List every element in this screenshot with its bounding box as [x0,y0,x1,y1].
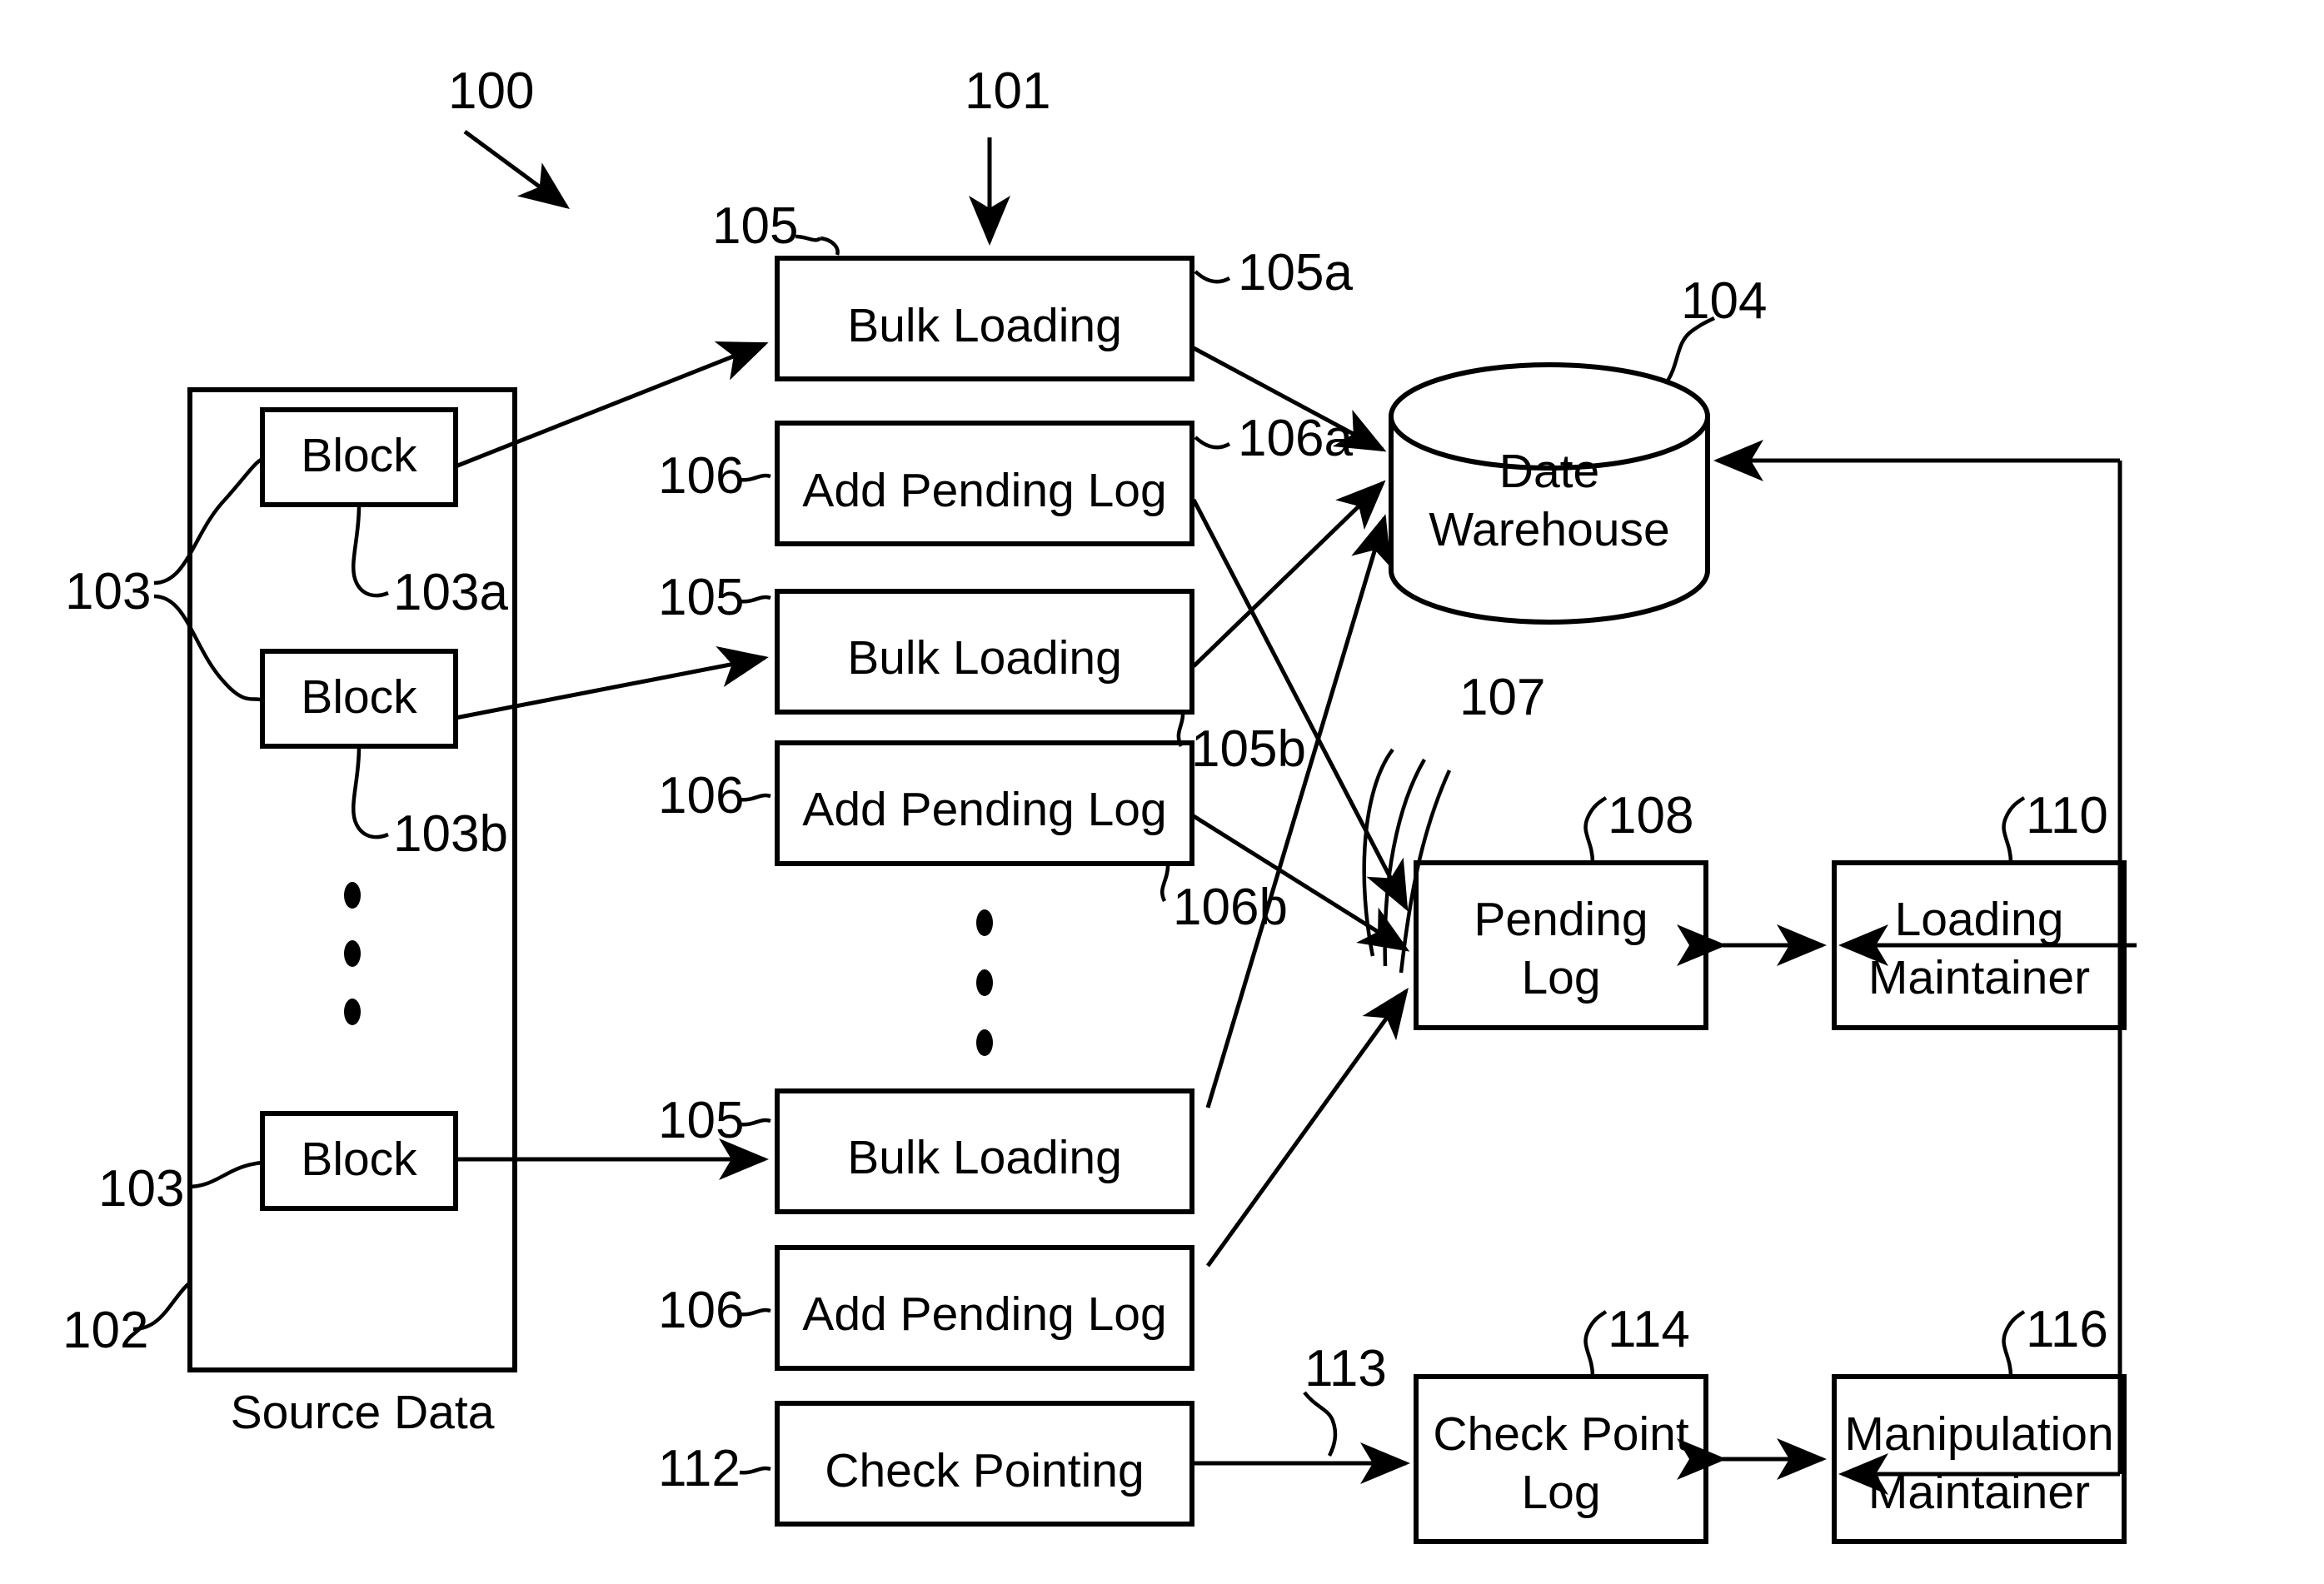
leader-105-2 [739,595,771,604]
source-ellipsis-dot-1 [344,882,361,909]
pending-log-label-line1: Pending [1474,893,1648,946]
ref-106b: 106b [1173,879,1288,936]
ref-101: 101 [965,62,1050,120]
leader-106a [1194,436,1231,450]
check-pointing-label: Check Pointing [825,1444,1144,1497]
block-label-3: Block [301,1133,417,1186]
source-data-caption: Source Data [231,1386,495,1439]
block-label-1: Block [301,429,417,482]
add-pending-log-label-3: Add Pending Log [802,1288,1166,1341]
ref-100: 100 [448,62,534,120]
add-pending-log-label-1: Add Pending Log [802,464,1166,517]
ref-116: 116 [2026,1301,2108,1358]
ref-104: 104 [1681,272,1767,330]
ref-106-3: 106 [658,1282,744,1339]
ref-105-2: 105 [658,569,744,626]
ref-105-1: 105 [712,197,798,255]
leader-106-3 [739,1308,771,1317]
data-warehouse-label-line1: Date [1499,445,1599,498]
ref-113: 113 [1304,1340,1387,1397]
arrow-addpending3-to-pendinglog [1205,987,1409,1268]
check-point-log-label-line1: Check Point [1433,1407,1688,1461]
ref-103-third: 103 [98,1160,184,1218]
leader-105-1-tail [795,234,822,242]
loading-maintainer-label-line1: Loading [1895,893,2064,946]
ref-102: 102 [62,1302,148,1359]
ref-107: 107 [1459,669,1545,726]
check-point-log-label-line2: Log [1521,1466,1600,1519]
arrow-ref-100 [463,129,571,209]
pending-log-label-line2: Log [1521,951,1600,1004]
process-ellipsis-dot-1 [976,909,993,936]
leader-114 [1583,1310,1608,1377]
ref-108: 108 [1608,787,1693,844]
block-label-2: Block [301,670,417,724]
leader-106b [1160,865,1170,903]
leader-105-1-curve [820,236,840,256]
arrow-bulk2-to-warehouse [1192,480,1386,668]
bulk-loading-label-2: Bulk Loading [847,631,1122,685]
data-warehouse-label-line2: Warehouse [1429,503,1669,556]
ref-110: 110 [2026,787,2108,844]
leader-108 [1583,796,1608,864]
leader-113 [1303,1391,1338,1457]
loading-maintainer-label-line2: Maintainer [1868,951,2090,1004]
ref-112: 112 [658,1440,741,1497]
ref-106-1: 106 [658,447,744,505]
leader-110 [2002,796,2026,864]
ref-106a: 106a [1238,410,1353,467]
manipulation-maintainer-label-line1: Manipulation [1844,1407,2113,1461]
leader-116 [2002,1310,2026,1377]
ref-106-2: 106 [658,767,744,824]
ref-114: 114 [1608,1301,1690,1358]
ref-103a: 103a [393,564,508,621]
source-ellipsis-dot-3 [344,999,361,1025]
ref-105b: 105b [1191,720,1306,778]
bulk-loading-label-1: Bulk Loading [847,299,1122,352]
leader-106-1 [739,473,771,482]
ref-105-3: 105 [658,1092,744,1149]
leader-105-3 [739,1118,771,1127]
process-ellipsis-dot-3 [976,1029,993,1056]
source-data-container [187,387,517,1372]
bulk-loading-label-3: Bulk Loading [847,1131,1122,1184]
ref-103: 103 [65,563,151,620]
source-ellipsis-dot-2 [344,940,361,967]
leader-112 [739,1466,771,1475]
leader-106-2 [739,793,771,802]
process-ellipsis-dot-2 [976,969,993,996]
add-pending-log-label-2: Add Pending Log [802,783,1166,836]
leader-105a [1194,270,1231,284]
ref-103b: 103b [393,805,508,863]
figure-canvas: Block Block Block 103 103 102 103a 103b … [62,62,2137,1544]
patent-figure: Block Block Block 103 103 102 103a 103b … [0,0,2324,1584]
ref-105a: 105a [1238,244,1353,301]
